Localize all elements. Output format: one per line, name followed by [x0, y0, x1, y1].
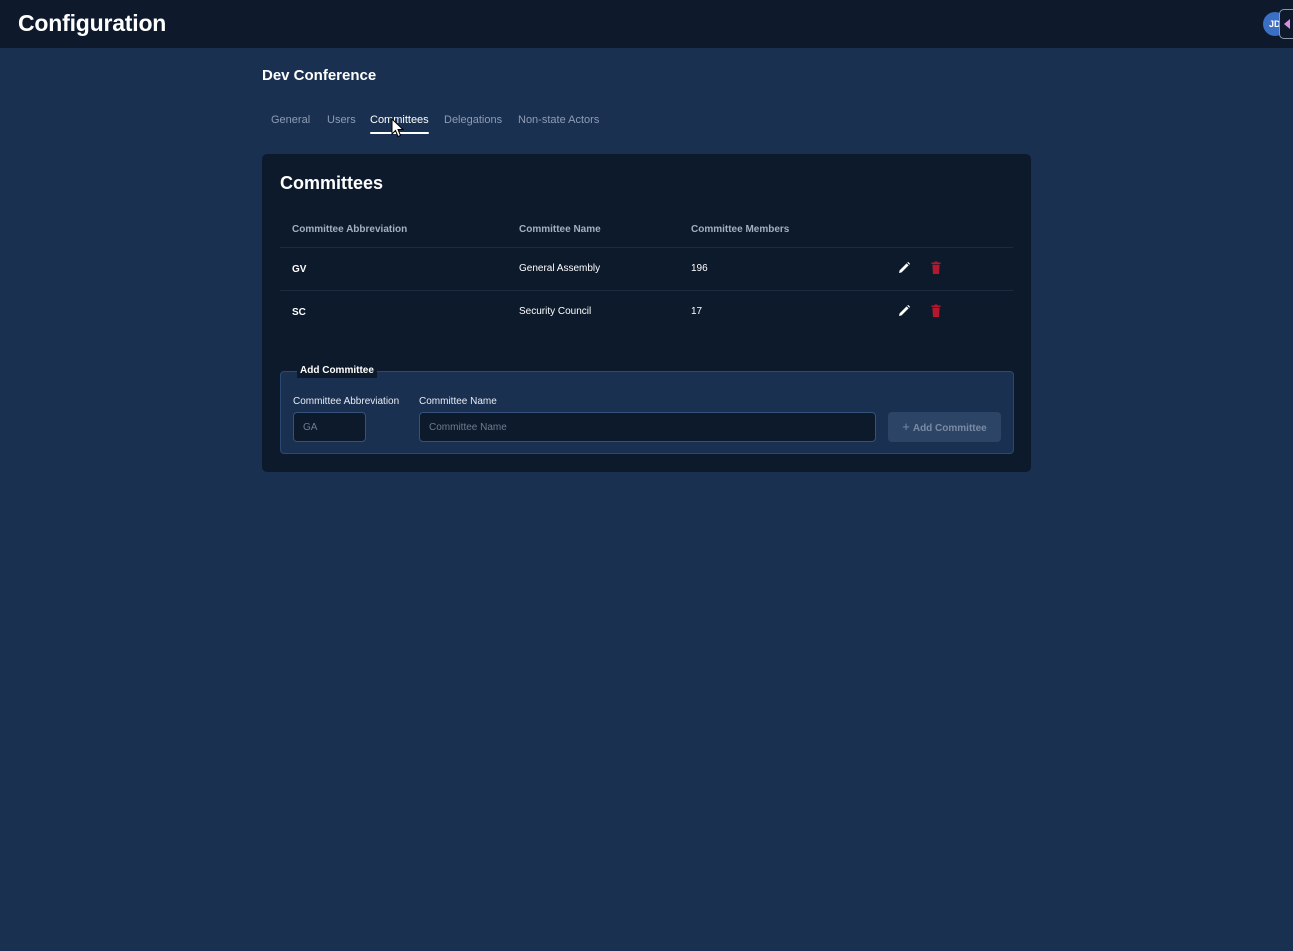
edit-committee-button[interactable] [897, 261, 911, 275]
column-header-members: Committee Members [691, 224, 790, 235]
committee-name-cell: General Assembly [519, 263, 601, 274]
trash-icon [931, 261, 941, 274]
committee-abbreviation-cell: SC [292, 307, 306, 318]
delete-committee-button[interactable] [929, 261, 943, 275]
pencil-icon [899, 261, 911, 273]
tab-delegations[interactable]: Delegations [444, 112, 502, 136]
add-committee-button[interactable]: + Add Committee [888, 412, 1001, 442]
chevron-left-icon [1284, 19, 1290, 29]
add-committee-legend: Add Committee [297, 364, 377, 378]
column-header-abbreviation: Committee Abbreviation [292, 224, 408, 235]
add-committee-button-label: Add Committee [912, 423, 987, 434]
tab-general[interactable]: General [271, 112, 310, 136]
sidebar-toggle-button[interactable] [1279, 9, 1293, 39]
committee-members-cell: 17 [691, 306, 703, 317]
app-title: Configuration [18, 10, 167, 36]
pencil-icon [899, 304, 911, 316]
conference-title: Dev Conference [262, 67, 377, 84]
committee-name-label: Committee Name [419, 396, 497, 407]
mouse-cursor-icon [391, 118, 404, 138]
row-divider [280, 247, 1013, 248]
committee-name-input[interactable] [419, 412, 876, 442]
trash-icon [931, 304, 941, 317]
row-divider [280, 290, 1013, 291]
tab-users[interactable]: Users [327, 112, 356, 136]
committees-card: Committees Committee Abbreviation Commit… [262, 154, 1031, 472]
plus-icon: + [902, 419, 910, 434]
abbreviation-label: Committee Abbreviation [293, 396, 400, 407]
add-committee-form: Add Committee Committee Abbreviation Com… [280, 364, 1014, 454]
committee-name-cell: Security Council [519, 306, 592, 317]
delete-committee-button[interactable] [929, 304, 943, 318]
committee-members-cell: 196 [691, 263, 708, 274]
edit-committee-button[interactable] [897, 304, 911, 318]
tab-non-state-actors[interactable]: Non-state Actors [518, 112, 599, 136]
committee-abbreviation-cell: GV [292, 264, 307, 275]
committee-abbreviation-input[interactable] [293, 412, 366, 442]
top-bar: Configuration JD [0, 0, 1293, 48]
column-header-name: Committee Name [519, 224, 601, 235]
committees-heading: Committees [280, 173, 384, 193]
